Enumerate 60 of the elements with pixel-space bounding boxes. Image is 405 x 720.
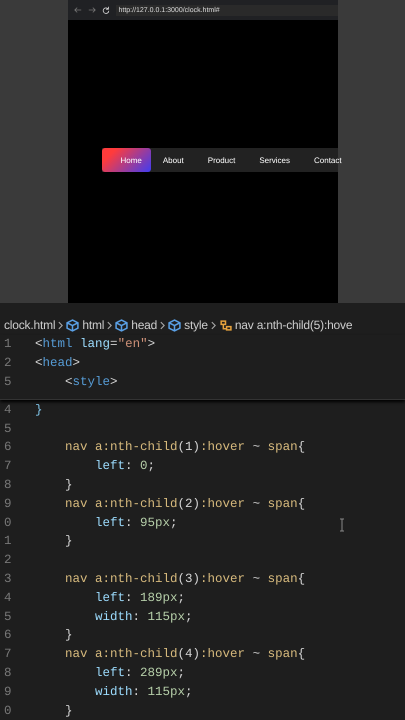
breadcrumb-item[interactable]: head — [115, 318, 158, 332]
line-number: 5 — [3, 610, 13, 624]
chevron-icon — [58, 320, 64, 330]
cube-icon — [168, 318, 182, 332]
line-number: 4 — [3, 402, 13, 417]
code-line: width: 115px; — [95, 684, 193, 699]
nav-link[interactable]: Home — [102, 148, 151, 172]
code-line: <head> — [35, 356, 80, 370]
line-number: 5 — [3, 374, 13, 389]
back-icon[interactable] — [74, 6, 82, 14]
line-number: 7 — [3, 647, 13, 662]
code-line: left: 189px; — [95, 590, 186, 605]
line-number: 0 — [3, 704, 13, 718]
line-number: 3 — [3, 572, 13, 586]
code-line: } — [65, 478, 73, 492]
reload-icon[interactable] — [102, 6, 110, 14]
code-line: width: 115px; — [95, 610, 193, 624]
symbol-icon — [218, 318, 232, 332]
code-line: } — [65, 628, 73, 642]
line-number: 8 — [3, 478, 13, 492]
breadcrumb-item[interactable]: style — [168, 318, 208, 332]
line-number: 4 — [3, 590, 13, 605]
line-number: 8 — [3, 666, 13, 680]
line-number: 9 — [3, 496, 13, 511]
line-number: 6 — [3, 628, 13, 642]
chevron-icon — [160, 320, 166, 330]
nav-link[interactable]: Contact — [302, 148, 354, 172]
breadcrumb-item[interactable]: html — [66, 318, 104, 332]
forward-icon[interactable] — [88, 6, 96, 14]
line-number: 6 — [3, 440, 13, 454]
line-number: 7 — [3, 459, 13, 474]
cube-icon — [66, 318, 80, 332]
code-line: } — [65, 534, 73, 548]
code-line: nav a:nth-child(3):hover ~ span{ — [65, 572, 306, 586]
code-line: nav a:nth-child(2):hover ~ span{ — [65, 496, 306, 511]
line-number: 9 — [3, 684, 13, 699]
code-line: nav a:nth-child(4):hover ~ span{ — [65, 647, 306, 662]
line-number: 2 — [3, 553, 13, 568]
line-number: 0 — [3, 516, 13, 530]
cube-icon — [115, 318, 128, 332]
chevron-icon — [210, 320, 216, 330]
code-line: nav a:nth-child(1):hover ~ span{ — [65, 440, 306, 454]
line-number: 5 — [3, 422, 13, 436]
nav-link[interactable]: Product — [196, 148, 248, 172]
line-number: 1 — [3, 534, 13, 548]
code-line: } — [35, 402, 43, 417]
code-line: left: 95px; — [95, 516, 178, 530]
code-line: left: 0; — [95, 459, 156, 474]
code-line: left: 289px; — [95, 666, 186, 680]
text-cursor-icon — [339, 518, 345, 532]
line-number: 2 — [3, 356, 13, 370]
nav-link[interactable]: About — [150, 148, 196, 172]
code-line: <html lang="en"> — [35, 337, 156, 352]
code-line: } — [65, 704, 73, 718]
breadcrumb-item[interactable]: clock.html — [4, 318, 56, 332]
chevron-icon — [107, 320, 112, 330]
breadcrumb-item[interactable]: nav a:nth-child(5):hove — [218, 318, 352, 332]
code-line: <style> — [65, 374, 118, 389]
line-number: 1 — [3, 337, 13, 352]
nav-link[interactable]: Services — [247, 148, 302, 172]
